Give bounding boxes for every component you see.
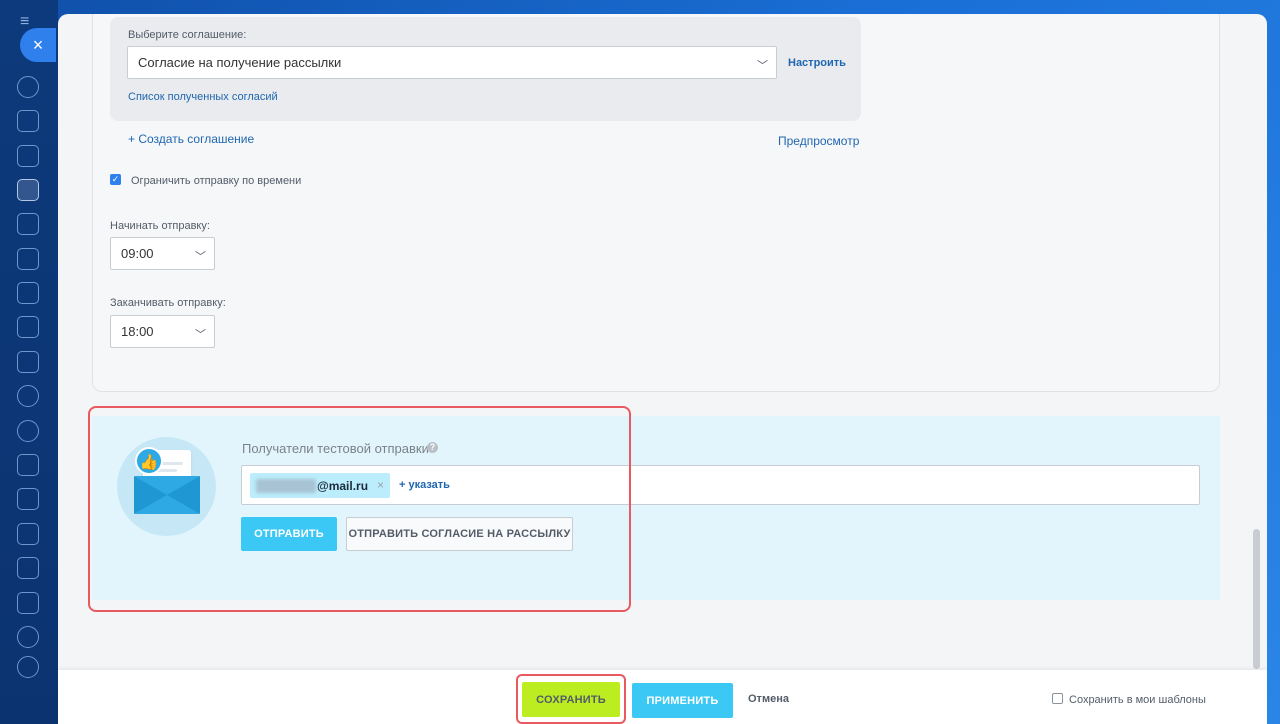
configure-agreement-link[interactable]: Настроить [788, 57, 846, 69]
employees-icon[interactable] [17, 385, 39, 407]
tasks-icon[interactable] [17, 523, 39, 545]
agreements-list-link[interactable]: Список полученных согласий [128, 91, 278, 103]
cart-icon[interactable] [17, 592, 39, 614]
start-time-value: 09:00 [121, 246, 154, 261]
save-template-checkbox[interactable] [1052, 693, 1063, 704]
contacts-icon[interactable] [17, 248, 39, 270]
drive-icon[interactable] [17, 316, 39, 338]
chevron-down-icon: ﹀ [195, 250, 206, 263]
mailing-edit-panel: Выберите соглашение: Согласие на получен… [58, 14, 1267, 724]
apply-button[interactable]: Применить [632, 683, 733, 718]
create-agreement-link[interactable]: + Создать соглашение [128, 132, 254, 146]
agreement-select[interactable]: Согласие на получение рассылки ﹀ [127, 46, 777, 79]
scrollbar[interactable] [1253, 529, 1260, 669]
agreement-selected-value: Согласие на получение рассылки [138, 55, 342, 70]
mail-icon[interactable] [17, 351, 39, 373]
chat-icon[interactable] [17, 110, 39, 132]
close-slider-button[interactable]: × [20, 28, 56, 62]
start-time-select[interactable]: 09:00 ﹀ [110, 237, 215, 270]
activity-icon[interactable] [17, 76, 39, 98]
calendar-icon[interactable] [17, 213, 39, 235]
settings-gear-icon[interactable] [17, 656, 39, 678]
sites-icon[interactable] [17, 488, 39, 510]
save-template-label: Сохранить в мои шаблоны [1069, 694, 1206, 706]
limit-time-checkbox[interactable]: ✓ [110, 174, 121, 185]
chevron-down-icon: ﹀ [757, 59, 768, 72]
crm-icon[interactable] [17, 420, 39, 442]
agreement-select-label: Выберите соглашение: [128, 29, 247, 41]
store-icon[interactable] [17, 454, 39, 476]
filters-icon[interactable] [17, 557, 39, 579]
chevron-down-icon: ﹀ [195, 328, 206, 341]
feed-icon[interactable] [17, 145, 39, 167]
cancel-button[interactable]: Отмена [748, 693, 789, 705]
automation-icon[interactable] [17, 626, 39, 648]
save-highlight-frame [516, 674, 626, 724]
limit-time-label: Ограничить отправку по времени [131, 175, 302, 187]
documents-icon[interactable] [17, 282, 39, 304]
start-time-label: Начинать отправку: [110, 220, 210, 232]
marketing-icon[interactable] [17, 179, 39, 201]
end-time-label: Заканчивать отправку: [110, 297, 226, 309]
end-time-select[interactable]: 18:00 ﹀ [110, 315, 215, 348]
preview-link[interactable]: Предпросмотр [778, 134, 859, 148]
end-time-value: 18:00 [121, 324, 154, 339]
left-sidebar: ≡ × [0, 0, 58, 724]
test-send-highlight-frame [88, 406, 631, 612]
